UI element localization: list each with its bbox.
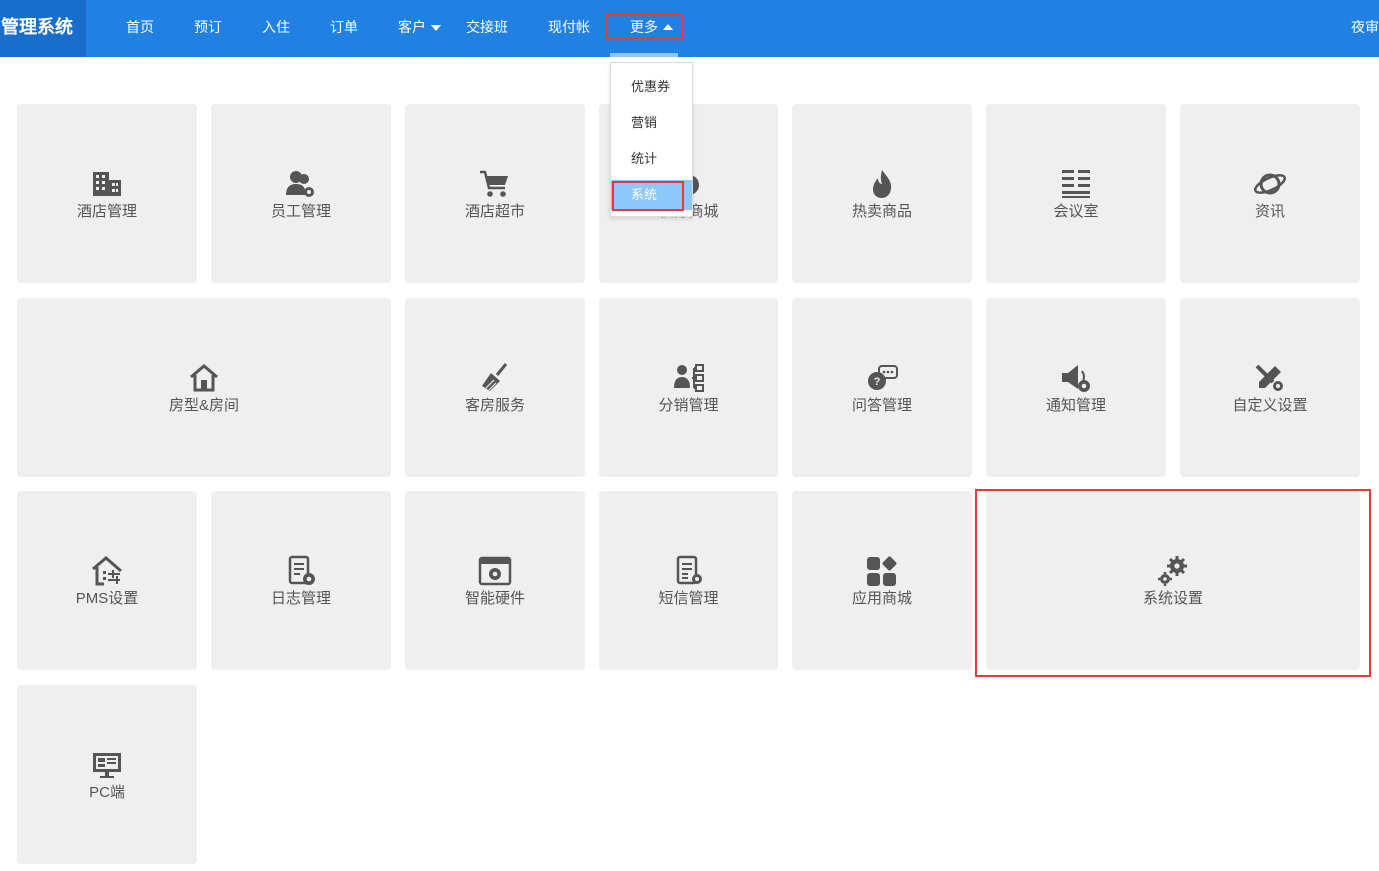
nav-customers[interactable]: 客户 xyxy=(398,0,441,55)
tile-staff-management[interactable]: 员工管理 xyxy=(211,104,391,283)
sms-icon xyxy=(672,555,706,587)
tile-label: 酒店管理 xyxy=(76,203,137,220)
staff-icon xyxy=(284,168,318,200)
meeting-icon xyxy=(1059,168,1093,200)
night-audit-link[interactable]: 夜审 xyxy=(1351,0,1379,55)
tile-meeting-room[interactable]: 会议室 xyxy=(986,104,1166,283)
tile-label: 短信管理 xyxy=(658,590,719,607)
tile-label: 员工管理 xyxy=(270,203,331,220)
tile-label: 智能硬件 xyxy=(464,590,525,607)
app-title: 管理系统 xyxy=(0,0,86,57)
apps-icon xyxy=(865,555,899,587)
tile-hotel-supermarket[interactable]: 酒店超市 xyxy=(405,104,585,283)
tile-label: 应用商城 xyxy=(851,590,912,607)
planet-icon xyxy=(1253,168,1287,200)
tile-sms-management[interactable]: 短信管理 xyxy=(599,491,778,670)
tile-log-management[interactable]: 日志管理 xyxy=(211,491,391,670)
tile-hotel-management[interactable]: 酒店管理 xyxy=(17,104,197,283)
custom-icon xyxy=(1253,362,1287,394)
app-title-text: 管理系统 xyxy=(1,17,73,37)
tile-label: 问答管理 xyxy=(851,397,912,414)
nav-checkin[interactable]: 入住 xyxy=(262,0,290,55)
tile-label: 房型&房间 xyxy=(168,397,239,414)
menu-item-statistics[interactable]: 统计 xyxy=(611,144,692,174)
tile-notification[interactable]: 通知管理 xyxy=(986,298,1166,477)
distribution-icon xyxy=(672,362,706,394)
nav-home[interactable]: 首页 xyxy=(126,0,154,55)
pc-icon xyxy=(90,749,124,781)
tile-label: PMS设置 xyxy=(75,590,139,607)
qa-icon: ? xyxy=(865,362,899,394)
tile-pms-settings[interactable]: PMS设置 xyxy=(17,491,197,670)
tile-qa[interactable]: ? 问答管理 xyxy=(792,298,972,477)
tile-label: 分销管理 xyxy=(658,397,719,414)
active-nav-indicator xyxy=(610,53,678,57)
nav-customers-label: 客户 xyxy=(398,19,426,35)
tile-custom-settings[interactable]: 自定义设置 xyxy=(1180,298,1360,477)
highlight-system-settings xyxy=(975,489,1371,677)
tile-label: 客房服务 xyxy=(464,397,525,414)
cart-icon xyxy=(478,168,512,200)
hardware-icon xyxy=(478,555,512,587)
nav-booking[interactable]: 预订 xyxy=(194,0,222,55)
building-icon xyxy=(90,168,124,200)
pms-icon xyxy=(90,555,124,587)
tile-distribution[interactable]: 分销管理 xyxy=(599,298,778,477)
tile-label: 日志管理 xyxy=(270,590,331,607)
house-icon xyxy=(187,362,221,394)
tile-label: 资讯 xyxy=(1254,203,1285,220)
tile-label: 通知管理 xyxy=(1045,397,1106,414)
log-icon xyxy=(284,555,318,587)
highlight-more xyxy=(605,14,683,39)
tile-label: 自定义设置 xyxy=(1232,397,1308,414)
tile-label: 热卖商品 xyxy=(851,203,912,220)
menu-item-coupon[interactable]: 优惠券 xyxy=(611,72,692,102)
menu-item-marketing[interactable]: 营销 xyxy=(611,108,692,138)
tile-label: PC端 xyxy=(89,784,125,801)
highlight-system-menu-item xyxy=(612,181,684,211)
tile-hot-products[interactable]: 热卖商品 xyxy=(792,104,972,283)
top-navbar: 管理系统 首页 预订 入住 订单 客户 交接班 现付帐 更多 夜审 xyxy=(0,0,1379,57)
nav-shift[interactable]: 交接班 xyxy=(466,0,508,55)
tile-label: 酒店超市 xyxy=(464,203,525,220)
tile-room-types[interactable]: 房型&房间 xyxy=(17,298,391,477)
caret-down-icon xyxy=(431,25,441,32)
nav-orders[interactable]: 订单 xyxy=(330,0,358,55)
tile-label: 会议室 xyxy=(1053,203,1099,220)
fire-icon xyxy=(865,168,899,200)
tile-smart-hardware[interactable]: 智能硬件 xyxy=(405,491,585,670)
tile-pc[interactable]: PC端 xyxy=(17,685,197,864)
notice-icon xyxy=(1059,362,1093,394)
tile-app-store[interactable]: 应用商城 xyxy=(792,491,972,670)
nav-cash[interactable]: 现付帐 xyxy=(548,0,590,55)
broom-icon xyxy=(478,362,512,394)
tile-news[interactable]: 资讯 xyxy=(1180,104,1360,283)
tile-room-service[interactable]: 客房服务 xyxy=(405,298,585,477)
svg-text:?: ? xyxy=(874,376,881,388)
